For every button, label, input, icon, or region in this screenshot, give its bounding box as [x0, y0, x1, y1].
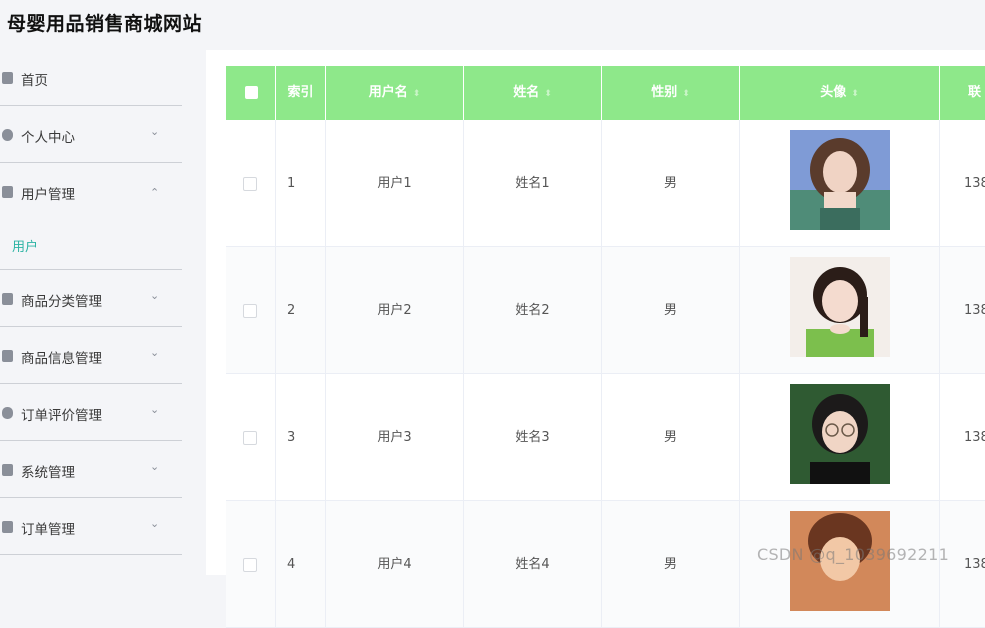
column-header-label: 用户名 [368, 85, 408, 100]
row-checkbox[interactable] [243, 177, 257, 191]
avatar-cell [740, 374, 940, 501]
chevron-down-icon: ⌄ [150, 403, 160, 416]
sidebar-subitem-label: 用户 [12, 240, 39, 255]
column-header-index: 索引 [276, 66, 326, 120]
select-all-header [226, 66, 276, 120]
sidebar-item-product-management[interactable]: 商品信息管理 ⌄ [0, 328, 182, 384]
box-icon [2, 350, 13, 362]
avatar-cell [740, 247, 940, 374]
chevron-down-icon: ⌄ [150, 517, 160, 530]
sidebar-item-label: 商品信息管理 [21, 351, 102, 367]
column-header-label: 索引 [287, 85, 314, 100]
select-all-checkbox[interactable] [245, 86, 258, 99]
column-header-phone[interactable]: 联 [940, 66, 985, 120]
phone-cell: 138 [964, 430, 985, 445]
index-cell: 2 [276, 247, 326, 374]
name-cell: 姓名4 [464, 501, 602, 628]
column-header-label: 头像 [820, 85, 847, 100]
gender-cell: 男 [602, 374, 740, 501]
index-cell: 4 [276, 501, 326, 628]
column-header-name[interactable]: 姓名 ⬍ [464, 66, 602, 120]
home-icon [2, 72, 13, 84]
sidebar-item-category-management[interactable]: 商品分类管理 ⌄ [0, 271, 182, 327]
column-header-label: 姓名 [513, 85, 540, 100]
user-card-icon [2, 186, 13, 198]
row-select-cell [226, 374, 276, 501]
username-cell: 用户4 [326, 501, 464, 628]
row-checkbox[interactable] [243, 558, 257, 572]
row-select-cell [226, 501, 276, 628]
site-title: 母婴用品销售商城网站 [7, 13, 203, 35]
sidebar-item-label: 首页 [21, 73, 48, 89]
sort-icon[interactable]: ⬍ [413, 89, 421, 99]
sidebar-item-order-management[interactable]: 订单管理 ⌄ [0, 499, 182, 555]
chevron-down-icon: ⌄ [150, 125, 160, 138]
sidebar-item-label: 商品分类管理 [21, 294, 102, 310]
sidebar-item-personal-center[interactable]: 个人中心 ⌄ [0, 107, 182, 163]
phone-cell: 138 [964, 176, 985, 191]
phone-cell: 138 [964, 303, 985, 318]
gender-cell: 男 [602, 120, 740, 247]
chevron-down-icon: ⌄ [150, 460, 160, 473]
sidebar: 首页 个人中心 ⌄ 用户管理 ⌃ 用户 商品分类管理 ⌄ 商品信息管理 ⌄ 订单… [0, 50, 206, 575]
sort-icon[interactable]: ⬍ [682, 89, 690, 99]
comment-icon [2, 407, 13, 419]
avatar-cell [740, 120, 940, 247]
avatar-image [790, 384, 890, 484]
sort-icon[interactable]: ⬍ [851, 89, 859, 99]
sidebar-item-label: 系统管理 [21, 465, 75, 481]
table-row: 2 用户2 姓名2 男 138 [226, 247, 985, 374]
user-icon [2, 129, 13, 141]
table-row: 1 用户1 姓名1 男 138 [226, 120, 985, 247]
sidebar-item-label: 用户管理 [21, 187, 75, 203]
column-header-label: 性别 [651, 85, 678, 100]
index-cell: 1 [276, 120, 326, 247]
send-icon [2, 293, 13, 305]
name-cell: 姓名2 [464, 247, 602, 374]
column-header-label: 联 [968, 85, 982, 100]
sidebar-item-user-management[interactable]: 用户管理 ⌃ [0, 164, 182, 220]
sidebar-item-label: 订单管理 [21, 522, 75, 538]
gender-cell: 男 [602, 501, 740, 628]
name-cell: 姓名3 [464, 374, 602, 501]
row-select-cell [226, 247, 276, 374]
table-header: 索引 用户名 ⬍ 姓名 ⬍ 性别 ⬍ 头像 ⬍ 联 [226, 66, 985, 120]
index-cell: 3 [276, 374, 326, 501]
avatar-image [790, 130, 890, 230]
column-header-gender[interactable]: 性别 ⬍ [602, 66, 740, 120]
order-icon [2, 521, 13, 533]
column-header-username[interactable]: 用户名 ⬍ [326, 66, 464, 120]
main-content: 索引 用户名 ⬍ 姓名 ⬍ 性别 ⬍ 头像 ⬍ 联 1 用户1 姓名1 男 13… [206, 50, 985, 628]
avatar-image [790, 257, 890, 357]
username-cell: 用户3 [326, 374, 464, 501]
chevron-down-icon: ⌄ [150, 346, 160, 359]
sidebar-item-label: 订单评价管理 [21, 408, 102, 424]
chevron-up-icon: ⌃ [150, 186, 160, 199]
sort-icon[interactable]: ⬍ [544, 89, 552, 99]
row-checkbox[interactable] [243, 431, 257, 445]
row-checkbox[interactable] [243, 304, 257, 318]
table-row: 3 用户3 姓名3 男 138 [226, 374, 985, 501]
column-header-avatar[interactable]: 头像 ⬍ [740, 66, 940, 120]
top-header: 母婴用品销售商城网站 [0, 0, 985, 50]
settings-icon [2, 464, 13, 476]
sidebar-item-home[interactable]: 首页 [0, 50, 182, 106]
gender-cell: 男 [602, 247, 740, 374]
phone-cell: 138 [964, 557, 985, 572]
chevron-down-icon: ⌄ [150, 289, 160, 302]
sidebar-subitem-users[interactable]: 用户 [0, 214, 182, 270]
username-cell: 用户2 [326, 247, 464, 374]
watermark-text: CSDN @q_1039692211 [757, 545, 950, 564]
sidebar-item-review-management[interactable]: 订单评价管理 ⌄ [0, 385, 182, 441]
sidebar-item-system-management[interactable]: 系统管理 ⌄ [0, 442, 182, 498]
row-select-cell [226, 120, 276, 247]
name-cell: 姓名1 [464, 120, 602, 247]
table-row: 4 用户4 姓名4 男 138 [226, 501, 985, 628]
avatar-cell [740, 501, 940, 628]
username-cell: 用户1 [326, 120, 464, 247]
sidebar-item-label: 个人中心 [21, 130, 75, 146]
